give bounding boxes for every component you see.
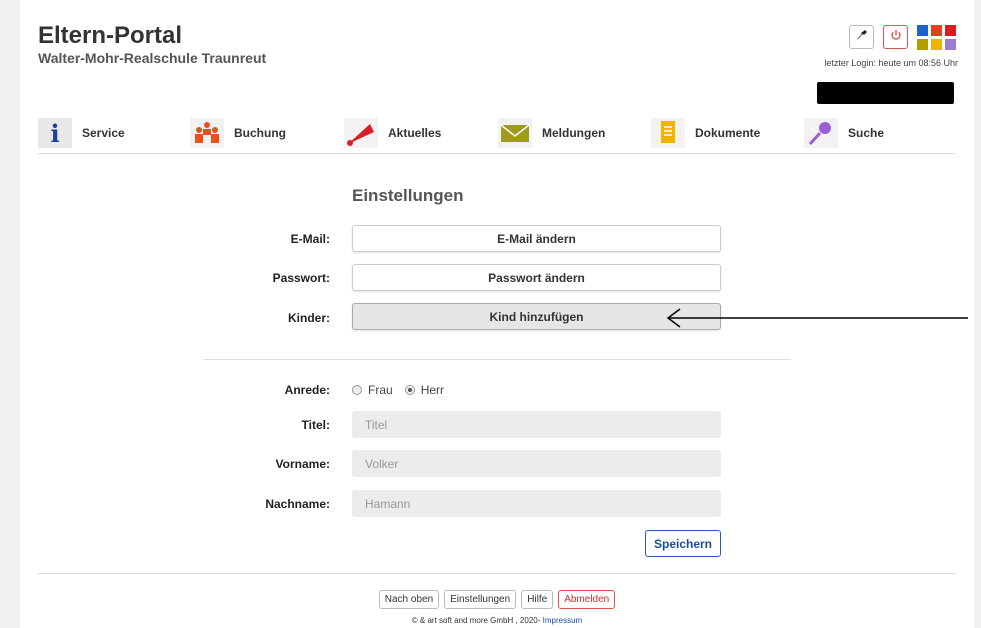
lastname-label: Nachname: <box>265 497 330 511</box>
change-password-button[interactable]: Passwort ändern <box>352 264 721 291</box>
radio-herr-label: Herr <box>420 383 445 397</box>
nav-label: Buchung <box>234 126 286 140</box>
nav-item-aktuelles[interactable]: Aktuelles <box>344 117 441 149</box>
annotation-arrow-icon <box>666 308 968 328</box>
nav-item-service[interactable]: i Service <box>38 117 125 149</box>
save-button[interactable]: Speichern <box>645 530 721 557</box>
main-nav: i Service Buchung Aktuelles Meldungen Do… <box>38 117 956 154</box>
email-label: E-Mail: <box>290 232 330 246</box>
app-grid-icon[interactable] <box>917 25 956 50</box>
school-name: Walter-Mohr-Realschule Traunreut <box>38 50 267 66</box>
people-icon <box>190 118 224 148</box>
copyright-text: © & art soft and more GmbH , 2020- <box>411 616 541 625</box>
nav-label: Dokumente <box>695 126 761 140</box>
salutation-label: Anrede: <box>284 383 330 397</box>
app-title: Eltern-Portal <box>38 22 183 49</box>
nav-label: Suche <box>848 126 885 140</box>
document-icon <box>651 118 685 148</box>
footer-link-top[interactable]: Nach oben <box>378 590 440 609</box>
svg-text:i: i <box>50 119 59 148</box>
last-login-text: letzter Login: heute um 08:56 Uhr <box>824 58 958 68</box>
section-divider <box>203 359 791 360</box>
salutation-radio-group: Frau Herr <box>352 383 444 397</box>
change-email-button[interactable]: E-Mail ändern <box>352 225 721 252</box>
firstname-label: Vorname: <box>275 457 330 471</box>
footer-divider <box>38 573 956 574</box>
nav-item-suche[interactable]: Suche <box>804 117 884 149</box>
children-label: Kinder: <box>288 311 330 325</box>
nav-label: Aktuelles <box>388 126 442 140</box>
redacted-bar <box>817 82 954 104</box>
nav-label: Service <box>82 126 125 140</box>
footer-link-logout[interactable]: Abmelden <box>558 590 616 609</box>
footer-link-help[interactable]: Hilfe <box>521 590 554 609</box>
settings-tool-button[interactable] <box>849 25 874 49</box>
nav-item-buchung[interactable]: Buchung <box>190 117 286 149</box>
radio-frau[interactable] <box>352 385 362 395</box>
magnifier-icon <box>804 118 838 148</box>
info-icon: i <box>38 118 72 148</box>
nav-item-meldungen[interactable]: Meldungen <box>498 117 605 149</box>
firstname-field[interactable]: Volker <box>352 450 721 477</box>
password-label: Passwort: <box>272 271 330 285</box>
radio-frau-label: Frau <box>368 383 393 397</box>
title-field[interactable]: Titel <box>352 411 721 438</box>
nav-item-dokumente[interactable]: Dokumente <box>651 117 760 149</box>
power-icon <box>890 28 902 46</box>
footer-link-settings[interactable]: Einstellungen <box>444 590 517 609</box>
impressum-link[interactable]: Impressum <box>543 616 583 625</box>
page-title: Einstellungen <box>352 186 464 205</box>
footer-links: Nach oben Einstellungen Hilfe Abmelden <box>20 590 974 609</box>
logout-tool-button[interactable] <box>883 25 908 49</box>
title-label: Titel: <box>301 418 330 432</box>
copyright: © & art soft and more GmbH , 2020- Impre… <box>20 616 974 625</box>
wrench-icon <box>856 28 868 46</box>
envelope-icon <box>498 118 532 148</box>
megaphone-icon <box>344 118 378 148</box>
radio-herr[interactable] <box>404 385 415 395</box>
lastname-field[interactable]: Hamann <box>352 490 721 517</box>
nav-label: Meldungen <box>542 126 606 140</box>
page-container: Eltern-Portal Walter-Mohr-Realschule Tra… <box>20 0 974 628</box>
